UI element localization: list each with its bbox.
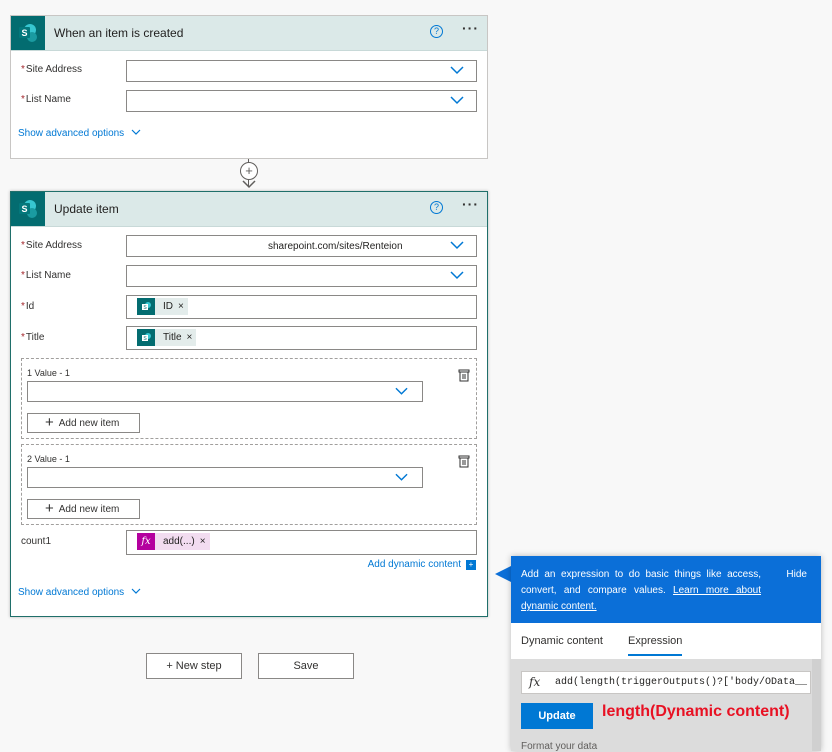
site-address-label: *Site Address — [21, 64, 83, 75]
panel-description: Add an expression to do basic things lik… — [521, 569, 761, 612]
help-icon[interactable]: ? — [430, 201, 443, 214]
list-name-dropdown[interactable] — [126, 90, 477, 112]
count1-label: count1 — [21, 536, 52, 547]
id-input[interactable]: S ID × — [126, 295, 477, 319]
more-options-icon[interactable]: ··· — [462, 196, 479, 212]
array-item-1-label: 1 Value - 1 — [27, 368, 70, 378]
array-item-2-dropdown[interactable] — [27, 467, 423, 488]
id-label: *Id — [21, 301, 35, 312]
dynamic-content-panel: Add an expression to do basic things lik… — [511, 556, 821, 752]
sharepoint-token-icon: S — [137, 298, 155, 315]
array-item-2-label: 2 Value - 1 — [27, 454, 70, 464]
array-item-2: 2 Value - 1 + Add new item — [21, 444, 477, 525]
title-token[interactable]: S Title × — [137, 329, 197, 346]
new-step-button[interactable]: + New step — [146, 653, 242, 679]
expression-input[interactable]: fx add(length(triggerOutputs()?['body/OD… — [521, 671, 811, 694]
update-item-card-title: Update item — [54, 202, 119, 216]
expression-token-label: add(...) — [163, 536, 195, 547]
format-your-data-label: Format your data — [521, 741, 598, 752]
svg-text:S: S — [21, 204, 27, 214]
plus-icon: + — [45, 500, 54, 517]
id-token-label: ID — [163, 301, 173, 312]
arrow-down-icon — [242, 180, 256, 189]
hide-button[interactable]: Hide — [786, 569, 807, 580]
chevron-down-icon — [131, 129, 141, 135]
tab-expression[interactable]: Expression — [628, 635, 683, 656]
fx-icon: fx — [137, 533, 155, 550]
trigger-card: S When an item is created ? ··· *Site Ad… — [10, 15, 488, 159]
update-item-card-header[interactable]: S Update item ? ··· — [11, 192, 487, 227]
delete-icon[interactable] — [458, 369, 470, 382]
chevron-down-icon — [450, 241, 464, 250]
site-address-dropdown[interactable] — [126, 60, 477, 82]
panel-header: Add an expression to do basic things lik… — [511, 556, 821, 623]
add-dynamic-content-link[interactable]: Add dynamic content + — [368, 559, 476, 570]
delete-icon[interactable] — [458, 455, 470, 468]
list-name-label: *List Name — [21, 94, 71, 105]
site-address-label: *Site Address — [21, 240, 83, 251]
save-button[interactable]: Save — [258, 653, 354, 679]
title-token-label: Title — [163, 332, 182, 343]
panel-scrollbar[interactable] — [812, 659, 821, 751]
add-new-item-button[interactable]: + Add new item — [27, 499, 140, 519]
title-input[interactable]: S Title × — [126, 326, 477, 350]
plus-icon: + — [45, 414, 54, 431]
trigger-card-header[interactable]: S When an item is created ? ··· — [11, 16, 487, 51]
panel-tabs: Dynamic content Expression — [511, 623, 821, 660]
sharepoint-icon: S — [11, 192, 45, 226]
sharepoint-token-icon: S — [137, 329, 155, 346]
more-options-icon[interactable]: ··· — [462, 20, 479, 36]
array-item-1: 1 Value - 1 + Add new item — [21, 358, 477, 439]
list-name-dropdown[interactable] — [126, 265, 477, 287]
remove-token-icon[interactable]: × — [200, 536, 206, 547]
update-button[interactable]: Update — [521, 703, 593, 729]
chevron-down-icon — [450, 271, 464, 280]
array-item-1-dropdown[interactable] — [27, 381, 423, 402]
remove-token-icon[interactable]: × — [178, 301, 184, 312]
tab-dynamic-content[interactable]: Dynamic content — [521, 635, 603, 647]
update-item-card: S Update item ? ··· *Site Address sharep… — [10, 191, 488, 617]
show-advanced-options-link[interactable]: Show advanced options — [18, 587, 141, 598]
chevron-down-icon — [395, 387, 408, 395]
sharepoint-icon: S — [11, 16, 45, 50]
svg-text:S: S — [21, 28, 27, 38]
id-token[interactable]: S ID × — [137, 298, 188, 315]
fx-icon: fx — [529, 675, 541, 689]
chevron-down-icon — [450, 96, 464, 105]
count1-input[interactable]: fx add(...) × — [126, 530, 477, 555]
expression-editor: fx add(length(triggerOutputs()?['body/OD… — [511, 659, 821, 752]
panel-pointer — [495, 566, 511, 582]
add-dynamic-content-icon: + — [466, 559, 476, 570]
add-new-item-button[interactable]: + Add new item — [27, 413, 140, 433]
site-address-dropdown[interactable]: sharepoint.com/sites/Renteion — [126, 235, 477, 257]
chevron-down-icon — [450, 66, 464, 75]
site-address-value: sharepoint.com/sites/Renteion — [268, 241, 403, 252]
show-advanced-options-link[interactable]: Show advanced options — [18, 128, 141, 139]
annotation-text: length(Dynamic content) — [602, 703, 790, 720]
trigger-card-title: When an item is created — [54, 26, 184, 40]
help-icon[interactable]: ? — [430, 25, 443, 38]
expression-text: add(length(triggerOutputs()?['body/OData… — [555, 677, 808, 688]
title-label: *Title — [21, 332, 45, 343]
chevron-down-icon — [131, 588, 141, 594]
expression-token[interactable]: fx add(...) × — [137, 533, 210, 550]
chevron-down-icon — [395, 473, 408, 481]
insert-step-button[interactable]: + — [240, 162, 258, 180]
list-name-label: *List Name — [21, 270, 71, 281]
remove-token-icon[interactable]: × — [187, 332, 193, 343]
